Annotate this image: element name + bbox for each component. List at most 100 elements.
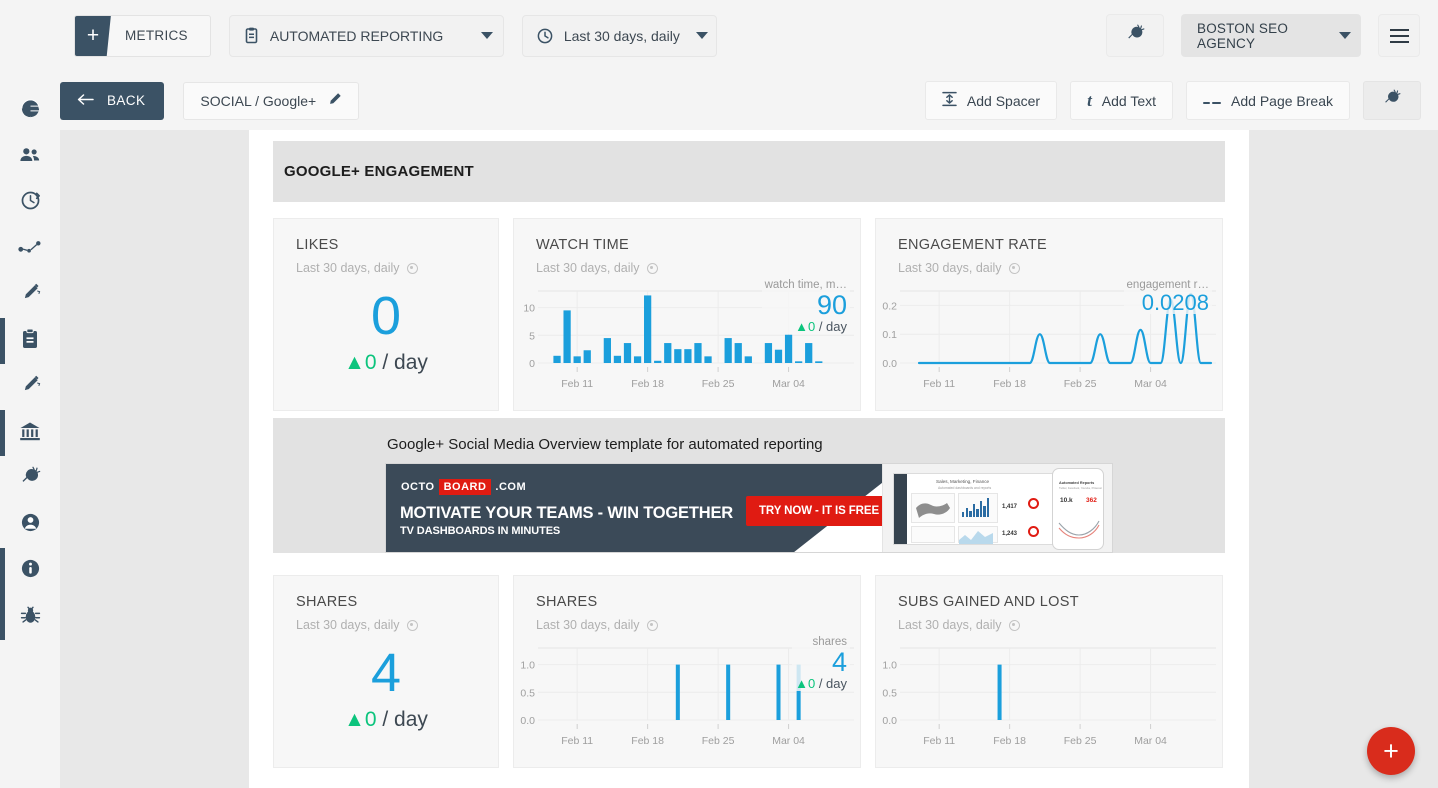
logo-part-1: OCTO: [401, 481, 435, 493]
chart-svg: 0.0 0.5 1.0 Feb 11 Feb 18 Feb 25 Mar 04: [882, 647, 1216, 747]
report-canvas: GOOGLE+ ENGAGEMENT LIKES Last 30 days, d…: [249, 130, 1249, 788]
logo-part-3: .COM: [495, 481, 527, 493]
screenshot-donut-2: [1028, 526, 1039, 537]
logo-part-2: BOARD: [438, 479, 492, 495]
svg-text:Feb 18: Feb 18: [993, 735, 1026, 747]
svg-text:Feb 11: Feb 11: [923, 735, 955, 747]
globe-icon: [20, 98, 41, 124]
overlay-delta-value: 0: [807, 676, 816, 692]
widget-shares-kpi[interactable]: SHARES Last 30 days, daily 4 ▲0 / day: [273, 575, 499, 768]
report-editor-area: GOOGLE+ ENGAGEMENT LIKES Last 30 days, d…: [60, 130, 1438, 788]
sidebar-item-refresh[interactable]: [0, 180, 60, 226]
svg-text:1.0: 1.0: [520, 660, 535, 672]
overlay-metric-value: 90: [816, 290, 847, 320]
kpi-delta-value: 0: [364, 351, 377, 374]
widget-integrations-button[interactable]: [1363, 81, 1421, 120]
svg-text:0.1: 0.1: [882, 329, 897, 341]
section-header[interactable]: GOOGLE+ ENGAGEMENT: [273, 141, 1225, 202]
sidebar-item-info[interactable]: [0, 548, 60, 594]
widget-row-2: SHARES Last 30 days, daily 4 ▲0 / day SH…: [273, 575, 1225, 768]
sidebar-item-reports[interactable]: [0, 318, 60, 364]
editor-toolbar: BACK SOCIAL / Google+ Add Spacer t Add T…: [0, 71, 1438, 130]
back-button[interactable]: BACK: [60, 81, 165, 120]
widget-engagement-rate[interactable]: ENGAGEMENT RATE Last 30 days, daily 0.0 0…: [875, 218, 1223, 411]
svg-text:Feb 25: Feb 25: [1064, 735, 1097, 747]
widget-subtitle: Last 30 days, daily: [536, 618, 860, 632]
kpi-block: 4 ▲0 / day: [274, 646, 498, 732]
sidebar-item-editor[interactable]: [0, 364, 60, 410]
svg-text:Mar 04: Mar 04: [772, 378, 805, 390]
phone-subtitle: Twitter, Facebook, Youtube, Pinterest: [1059, 487, 1102, 490]
sidebar-item-connections[interactable]: [0, 226, 60, 272]
clipboard-icon: [244, 27, 259, 44]
sidebar-item-integrations[interactable]: [0, 456, 60, 502]
arrow-left-icon: [77, 93, 94, 108]
chart-overlay-engagement-rate: engagement r… 0.0208: [1123, 279, 1212, 315]
target-icon: [1008, 262, 1020, 274]
phone-sparkline: [1058, 520, 1100, 539]
widget-watch-time[interactable]: WATCH TIME Last 30 days, daily 0 5 10 Feb 1…: [513, 218, 861, 411]
hamburger-icon-line: [1389, 40, 1409, 43]
widget-text-banner[interactable]: Google+ Social Media Overview template f…: [273, 418, 1225, 553]
main-menu-button[interactable]: [1378, 14, 1420, 57]
sidebar-item-bug[interactable]: [0, 594, 60, 640]
kpi-delta-value: 0: [364, 708, 377, 731]
trend-up-icon: ▲0: [795, 319, 816, 335]
text-icon: t: [1087, 91, 1092, 110]
kpi-value: 4: [370, 643, 402, 703]
svg-text:Feb 25: Feb 25: [702, 378, 735, 390]
date-range-select[interactable]: Last 30 days, daily: [521, 14, 717, 57]
promo-banner[interactable]: OCTO BOARD .COM MOTIVATE YOUR TEAMS - WI…: [385, 463, 1113, 553]
sidebar-item-users[interactable]: [0, 134, 60, 180]
agency-select[interactable]: BOSTON SEO AGENCY: [1181, 14, 1361, 57]
add-text-button[interactable]: t Add Text: [1070, 81, 1174, 120]
screenshot-tile-bars: [958, 493, 998, 523]
report-type-select[interactable]: AUTOMATED REPORTING: [228, 14, 504, 57]
add-spacer-label: Add Spacer: [966, 92, 1041, 109]
svg-text:0.0: 0.0: [882, 715, 897, 727]
sidebar-item-billing[interactable]: [0, 410, 60, 456]
widget-subtitle: Last 30 days, daily: [296, 261, 498, 275]
svg-text:10: 10: [523, 303, 535, 315]
chevron-down-icon: [695, 32, 708, 39]
plus-icon: +: [75, 15, 111, 56]
octoboard-logo: OCTO BOARD .COM: [401, 479, 526, 495]
users-icon: [19, 146, 41, 169]
sidebar-item-design[interactable]: [0, 272, 60, 318]
svg-text:Feb 18: Feb 18: [993, 378, 1026, 390]
widget-subtitle: Last 30 days, daily: [898, 261, 1222, 275]
clock-icon: [537, 28, 553, 44]
svg-text:0.5: 0.5: [882, 687, 897, 699]
sidebar-item-account[interactable]: [0, 502, 60, 548]
svg-text:Feb 11: Feb 11: [923, 378, 955, 390]
add-metrics-button[interactable]: + METRICS: [74, 14, 211, 57]
widget-period-label: Last 30 days, daily: [898, 261, 1002, 275]
left-sidebar: [0, 71, 60, 788]
svg-text:Feb 25: Feb 25: [1064, 378, 1097, 390]
widget-subs-gained-and-lost[interactable]: SUBS GAINED AND LOST Last 30 days, daily…: [875, 575, 1223, 768]
screenshot-tile-area: [958, 526, 998, 544]
banner-cta-button[interactable]: TRY NOW - IT IS FREE: [746, 496, 893, 526]
svg-text:0.5: 0.5: [520, 687, 535, 699]
widget-likes[interactable]: LIKES Last 30 days, daily 0 ▲0 / day: [273, 218, 499, 411]
kpi-delta: ▲0 / day: [274, 351, 498, 375]
widget-period-label: Last 30 days, daily: [296, 261, 400, 275]
section-title: GOOGLE+ ENGAGEMENT: [284, 163, 474, 180]
add-page-break-button[interactable]: Add Page Break: [1186, 81, 1350, 120]
kpi-delta-unit: / day: [382, 708, 428, 731]
plug-icon: [20, 466, 41, 492]
pencil-icon[interactable]: [328, 92, 342, 109]
target-icon: [646, 619, 658, 631]
banner-caption: Google+ Social Media Overview template f…: [387, 436, 823, 453]
add-widget-fab[interactable]: +: [1367, 727, 1415, 775]
bank-icon: [19, 421, 41, 446]
widget-subtitle: Last 30 days, daily: [536, 261, 860, 275]
integrations-button[interactable]: [1106, 14, 1164, 57]
widget-title: SUBS GAINED AND LOST: [898, 594, 1079, 610]
add-spacer-button[interactable]: Add Spacer: [924, 81, 1058, 120]
sidebar-item-globe[interactable]: [0, 88, 60, 134]
widget-title: SHARES: [296, 594, 358, 610]
breadcrumb[interactable]: SOCIAL / Google+: [183, 81, 360, 120]
overlay-metric-value: 0.0208: [1141, 290, 1209, 315]
widget-shares-chart[interactable]: SHARES Last 30 days, daily 0.0 0.5 1.0 Feb …: [513, 575, 861, 768]
